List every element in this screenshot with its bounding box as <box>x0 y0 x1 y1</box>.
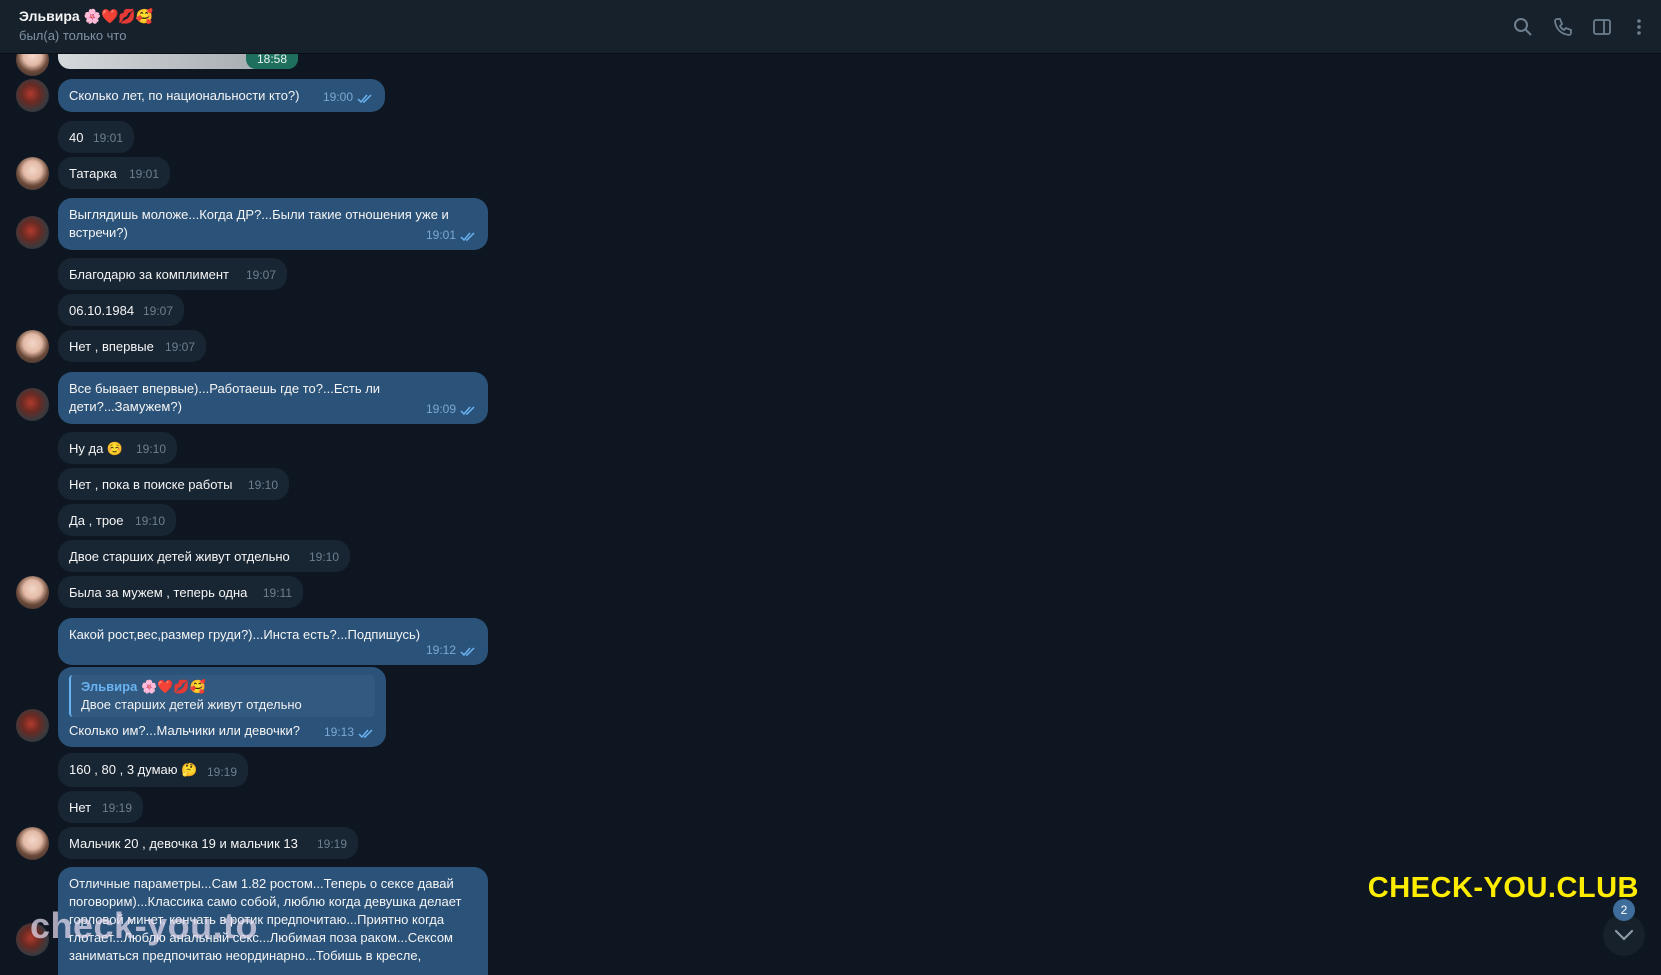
message-bubble[interactable]: 40 19:01 <box>58 121 134 153</box>
message-text: Какой рост,вес,размер груди?)...Инста ес… <box>69 627 421 642</box>
message-time: 19:19 <box>206 765 237 779</box>
avatar[interactable] <box>16 157 49 190</box>
message-time: 19:07 <box>142 304 173 318</box>
message-text: Благодарю за комплимент <box>69 267 229 282</box>
message-time: 19:00 <box>322 90 353 104</box>
message-time: 19:12 <box>425 643 456 657</box>
message-time: 19:10 <box>308 550 339 564</box>
message-time: 19:09 <box>425 402 456 416</box>
message-text: Была за мужем , теперь одна <box>69 585 248 600</box>
message-time: 19:07 <box>164 340 195 354</box>
reply-preview[interactable]: Эльвира 🌸❤️💋🥰 Двое старших детей живут о… <box>69 675 375 717</box>
message-bubble[interactable]: Нет , пока в поиске работы 19:10 <box>58 468 289 500</box>
message-bubble[interactable]: Ну да ☺️ 19:10 <box>58 432 177 464</box>
photo-time: 18:58 <box>246 53 298 69</box>
message-bubble[interactable]: 06.10.1984 19:07 <box>58 294 184 326</box>
more-vert-icon[interactable] <box>1626 14 1652 40</box>
message-bubble[interactable]: Была за мужем , теперь одна 19:11 <box>58 576 303 608</box>
message-time: 19:10 <box>134 514 165 528</box>
message-time: 19:01 <box>425 228 456 242</box>
chat-header: Эльвира 🌸❤️💋🥰 был(а) только что <box>0 0 1661 54</box>
message-bubble[interactable]: Двое старших детей живут отдельно 19:10 <box>58 540 350 572</box>
message-bubble[interactable]: 160 , 80 , 3 думаю 🤔 19:19 <box>58 753 248 787</box>
search-icon[interactable] <box>1510 14 1536 40</box>
unread-badge: 2 <box>1613 899 1635 921</box>
message-time: 19:10 <box>135 442 166 456</box>
message-time: 19:10 <box>247 478 278 492</box>
avatar[interactable] <box>16 576 49 609</box>
message-bubble[interactable]: Татарка 19:01 <box>58 157 170 189</box>
read-check-icon <box>358 729 373 739</box>
avatar[interactable] <box>16 79 49 112</box>
reply-text: Двое старших детей живут отдельно <box>81 697 302 712</box>
read-check-icon <box>460 232 475 242</box>
contact-name[interactable]: Эльвира 🌸❤️💋🥰 <box>19 8 153 25</box>
contact-status: был(а) только что <box>19 28 127 43</box>
message-bubble[interactable]: Какой рост,вес,размер груди?)...Инста ес… <box>58 618 488 665</box>
watermark-club: CHECK-YOU.CLUB <box>1367 872 1639 904</box>
message-time: 19:19 <box>101 801 132 815</box>
message-time: 19:01 <box>92 131 123 145</box>
message-time: 19:19 <box>316 837 347 851</box>
message-bubble[interactable]: Нет , впервые 19:07 <box>58 330 206 362</box>
message-time: 19:01 <box>128 167 159 181</box>
message-time: 19:13 <box>323 725 354 739</box>
message-bubble[interactable]: Эльвира 🌸❤️💋🥰 Двое старших детей живут о… <box>58 667 386 747</box>
read-check-icon <box>460 647 475 657</box>
read-check-icon <box>460 406 475 416</box>
avatar[interactable] <box>16 330 49 363</box>
message-bubble[interactable]: Да , трое 19:10 <box>58 504 176 536</box>
message-bubble[interactable]: Благодарю за комплимент 19:07 <box>58 258 287 290</box>
message-bubble[interactable]: Нет 19:19 <box>58 791 143 823</box>
phone-icon[interactable] <box>1550 14 1576 40</box>
avatar[interactable] <box>16 216 49 249</box>
avatar[interactable] <box>16 827 49 860</box>
message-text: Мальчик 20 , девочка 19 и мальчик 13 <box>69 836 298 851</box>
message-bubble[interactable]: Сколько лет, по национальности кто?) 19:… <box>58 79 385 112</box>
avatar[interactable] <box>16 709 49 742</box>
sidebar-toggle-icon[interactable] <box>1589 14 1615 40</box>
message-time: 19:07 <box>245 268 276 282</box>
message-bubble[interactable]: Все бывает впервые)...Работаешь где то?.… <box>58 372 488 424</box>
message-bubble[interactable]: Выглядишь моложе...Когда ДР?...Были таки… <box>58 198 488 250</box>
watermark-to: check-you.to <box>30 905 259 946</box>
read-check-icon <box>357 94 372 104</box>
reply-author: Эльвира 🌸❤️💋🥰 <box>81 679 206 694</box>
message-text: Нет , пока в поиске работы <box>69 477 233 492</box>
message-text: Двое старших детей живут отдельно <box>69 549 290 564</box>
message-time: 19:11 <box>262 586 292 600</box>
avatar[interactable] <box>16 53 49 76</box>
avatar[interactable] <box>16 388 49 421</box>
message-list[interactable]: 18:58 Сколько лет, по национальности кто… <box>0 53 1661 975</box>
message-text: Все бывает впервые)...Работаешь где то?.… <box>69 381 381 414</box>
message-bubble[interactable]: Мальчик 20 , девочка 19 и мальчик 13 19:… <box>58 827 358 859</box>
message-text: Выглядишь моложе...Когда ДР?...Были таки… <box>69 207 449 240</box>
